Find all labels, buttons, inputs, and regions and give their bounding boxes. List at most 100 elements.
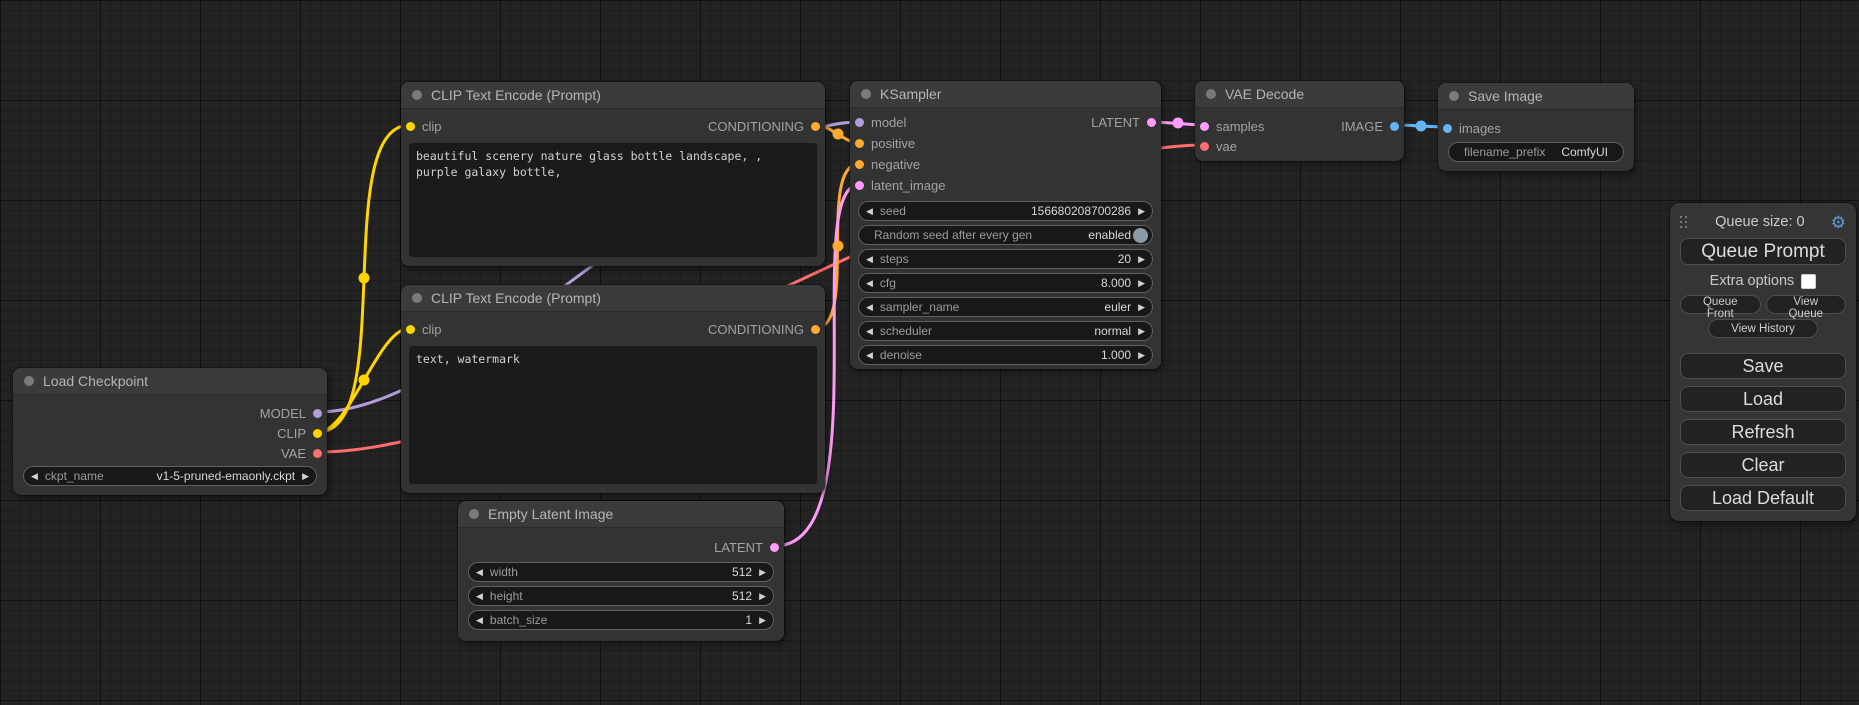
collapse-dot-icon[interactable]	[412, 90, 422, 100]
output-label-latent: LATENT	[1091, 115, 1140, 130]
node-vae-decode[interactable]: VAE Decode samples IMAGE vae	[1195, 81, 1404, 161]
decrement-arrow-icon[interactable]: ◀	[476, 592, 483, 601]
view-queue-button[interactable]: View Queue	[1766, 295, 1847, 314]
decrement-arrow-icon[interactable]: ◀	[31, 472, 38, 481]
node-title-bar[interactable]: CLIP Text Encode (Prompt)	[401, 285, 825, 312]
widget-filename-prefix[interactable]: filename_prefix ComfyUI	[1448, 142, 1624, 162]
increment-arrow-icon[interactable]: ▶	[759, 616, 766, 625]
save-button[interactable]: Save	[1680, 353, 1846, 379]
node-save-image[interactable]: Save Image images filename_prefix ComfyU…	[1438, 83, 1634, 171]
output-slot-conditioning[interactable]	[811, 122, 820, 131]
view-history-button[interactable]: View History	[1708, 319, 1818, 338]
collapse-dot-icon[interactable]	[1206, 89, 1216, 99]
input-label-clip: clip	[422, 322, 442, 337]
input-label-positive: positive	[871, 136, 915, 151]
comfyui-canvas[interactable]: { "colors": { "model": "#B39DDB", "clip"…	[0, 0, 1859, 705]
decrement-arrow-icon[interactable]: ◀	[866, 303, 873, 312]
collapse-dot-icon[interactable]	[1449, 91, 1459, 101]
widget-sampler-name[interactable]: ◀ sampler_name euler ▶	[858, 297, 1153, 317]
input-label-samples: samples	[1216, 119, 1264, 134]
prompt-text-input[interactable]: beautiful scenery nature glass bottle la…	[409, 143, 817, 257]
widget-cfg[interactable]: ◀ cfg 8.000 ▶	[858, 273, 1153, 293]
output-slot-vae[interactable]	[313, 449, 322, 458]
node-title-bar[interactable]: CLIP Text Encode (Prompt)	[401, 82, 825, 109]
collapse-dot-icon[interactable]	[861, 89, 871, 99]
widget-steps[interactable]: ◀ steps 20 ▶	[858, 249, 1153, 269]
widget-batch-size[interactable]: ◀ batch_size 1 ▶	[468, 610, 774, 630]
drag-handle-icon[interactable]	[1680, 216, 1689, 229]
decrement-arrow-icon[interactable]: ◀	[866, 279, 873, 288]
toggle-enabled-icon[interactable]	[1133, 228, 1148, 243]
widget-denoise[interactable]: ◀ denoise 1.000 ▶	[858, 345, 1153, 365]
increment-arrow-icon[interactable]: ▶	[1138, 255, 1145, 264]
load-button[interactable]: Load	[1680, 386, 1846, 412]
node-clip-text-encode-positive[interactable]: CLIP Text Encode (Prompt) clip CONDITION…	[401, 82, 825, 266]
collapse-dot-icon[interactable]	[412, 293, 422, 303]
increment-arrow-icon[interactable]: ▶	[1138, 303, 1145, 312]
node-title-bar[interactable]: Empty Latent Image	[458, 501, 784, 528]
node-title-bar[interactable]: KSampler	[850, 81, 1161, 108]
widget-height[interactable]: ◀ height 512 ▶	[468, 586, 774, 606]
input-label-clip: clip	[422, 119, 442, 134]
output-slot-conditioning[interactable]	[811, 325, 820, 334]
output-slot-image[interactable]	[1390, 122, 1399, 131]
input-slot-positive[interactable]	[855, 139, 864, 148]
node-load-checkpoint[interactable]: Load Checkpoint MODEL CLIP VAE ◀ ckpt_na…	[13, 368, 327, 495]
collapse-dot-icon[interactable]	[24, 376, 34, 386]
increment-arrow-icon[interactable]: ▶	[302, 472, 309, 481]
output-label-model: MODEL	[260, 406, 306, 421]
widget-scheduler[interactable]: ◀ scheduler normal ▶	[858, 321, 1153, 341]
load-default-button[interactable]: Load Default	[1680, 485, 1846, 511]
input-slot-latent-image[interactable]	[855, 181, 864, 190]
decrement-arrow-icon[interactable]: ◀	[866, 351, 873, 360]
output-slot-latent[interactable]	[1147, 118, 1156, 127]
node-title-bar[interactable]: VAE Decode	[1195, 81, 1404, 108]
node-title: CLIP Text Encode (Prompt)	[431, 290, 601, 306]
decrement-arrow-icon[interactable]: ◀	[866, 207, 873, 216]
queue-menu-panel[interactable]: Queue size: 0 ⚙ Queue Prompt Extra optio…	[1670, 203, 1856, 521]
input-slot-clip[interactable]	[406, 325, 415, 334]
input-slot-negative[interactable]	[855, 160, 864, 169]
queue-front-button[interactable]: Queue Front	[1680, 295, 1761, 314]
input-slot-model[interactable]	[855, 118, 864, 127]
node-clip-text-encode-negative[interactable]: CLIP Text Encode (Prompt) clip CONDITION…	[401, 285, 825, 493]
widget-ckpt-name[interactable]: ◀ ckpt_name v1-5-pruned-emaonly.ckpt ▶	[23, 466, 317, 486]
output-slot-model[interactable]	[313, 409, 322, 418]
extra-options-checkbox[interactable]	[1801, 274, 1816, 289]
input-slot-clip[interactable]	[406, 122, 415, 131]
output-slot-clip[interactable]	[313, 429, 322, 438]
decrement-arrow-icon[interactable]: ◀	[476, 616, 483, 625]
input-slot-vae[interactable]	[1200, 142, 1209, 151]
increment-arrow-icon[interactable]: ▶	[1138, 327, 1145, 336]
decrement-arrow-icon[interactable]: ◀	[866, 327, 873, 336]
decrement-arrow-icon[interactable]: ◀	[476, 568, 483, 577]
widget-random-seed-toggle[interactable]: Random seed after every gen enabled	[858, 225, 1153, 245]
refresh-button[interactable]: Refresh	[1680, 419, 1846, 445]
increment-arrow-icon[interactable]: ▶	[1138, 351, 1145, 360]
input-slot-samples[interactable]	[1200, 122, 1209, 131]
prompt-text-input[interactable]: text, watermark	[409, 346, 817, 484]
node-title-bar[interactable]: Load Checkpoint	[13, 368, 327, 395]
increment-arrow-icon[interactable]: ▶	[759, 568, 766, 577]
widget-width[interactable]: ◀ width 512 ▶	[468, 562, 774, 582]
output-label-clip: CLIP	[277, 426, 306, 441]
increment-arrow-icon[interactable]: ▶	[1138, 279, 1145, 288]
collapse-dot-icon[interactable]	[469, 509, 479, 519]
node-ksampler[interactable]: KSampler LATENT model positive negative …	[850, 81, 1161, 369]
input-slot-images[interactable]	[1443, 124, 1452, 133]
decrement-arrow-icon[interactable]: ◀	[866, 255, 873, 264]
clear-button[interactable]: Clear	[1680, 452, 1846, 478]
node-title: VAE Decode	[1225, 86, 1304, 102]
extra-options-label: Extra options	[1710, 273, 1795, 289]
node-title-bar[interactable]: Save Image	[1438, 83, 1634, 110]
output-label-conditioning: CONDITIONING	[708, 119, 804, 134]
settings-gear-icon[interactable]: ⚙	[1831, 214, 1846, 231]
increment-arrow-icon[interactable]: ▶	[1138, 207, 1145, 216]
queue-prompt-button[interactable]: Queue Prompt	[1680, 238, 1846, 265]
node-title: CLIP Text Encode (Prompt)	[431, 87, 601, 103]
node-empty-latent-image[interactable]: Empty Latent Image LATENT ◀ width 512 ▶ …	[458, 501, 784, 641]
output-label-conditioning: CONDITIONING	[708, 322, 804, 337]
increment-arrow-icon[interactable]: ▶	[759, 592, 766, 601]
output-slot-latent[interactable]	[770, 543, 779, 552]
widget-seed[interactable]: ◀ seed 156680208700286 ▶	[858, 201, 1153, 221]
